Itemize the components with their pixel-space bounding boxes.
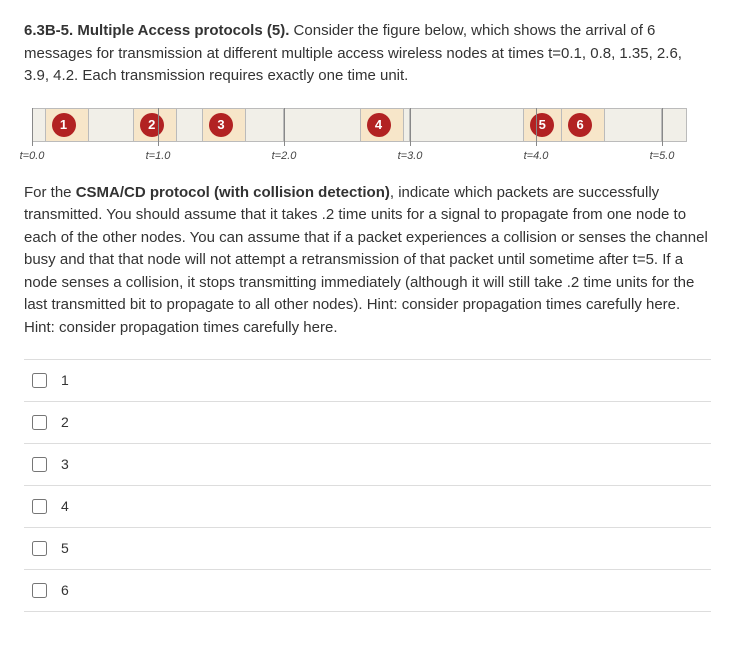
tick-label: t=4.0 [524, 148, 549, 165]
option-row-5: 5 [24, 528, 711, 570]
tick-label: t=0.0 [20, 148, 45, 165]
packet-marker-2: 2 [140, 113, 164, 137]
tick-label: t=5.0 [650, 148, 675, 165]
packet-marker-1: 1 [52, 113, 76, 137]
option-label: 2 [61, 412, 69, 433]
option-label: 4 [61, 496, 69, 517]
tick [662, 108, 663, 146]
packet-marker-3: 3 [209, 113, 233, 137]
option-checkbox-4[interactable] [32, 499, 47, 514]
tick-label: t=2.0 [272, 148, 297, 165]
timeline-band [410, 108, 536, 142]
timeline-band [662, 108, 687, 142]
tick [158, 108, 159, 146]
option-checkbox-5[interactable] [32, 541, 47, 556]
option-label: 5 [61, 538, 69, 559]
packet-marker-5: 5 [530, 113, 554, 137]
option-checkbox-1[interactable] [32, 373, 47, 388]
tick-label: t=1.0 [146, 148, 171, 165]
timeline-diagram: 123456t=0.0t=1.0t=2.0t=3.0t=4.0t=5.0 [32, 108, 692, 168]
answer-options: 1 2 3 4 5 6 [24, 359, 711, 612]
option-row-4: 4 [24, 486, 711, 528]
option-row-3: 3 [24, 444, 711, 486]
option-row-6: 6 [24, 570, 711, 612]
option-label: 6 [61, 580, 69, 601]
tick-label: t=3.0 [398, 148, 423, 165]
body-bold: CSMA/CD protocol (with collision detecti… [76, 184, 390, 201]
packet-marker-6: 6 [568, 113, 592, 137]
body-prefix: For the [24, 184, 76, 201]
body-rest: , indicate which packets are successfull… [24, 184, 708, 336]
question-title-text: Multiple Access protocols (5). [77, 22, 289, 39]
tick [536, 108, 537, 146]
tick [32, 108, 33, 146]
tick [284, 108, 285, 146]
packet-marker-4: 4 [367, 113, 391, 137]
option-row-1: 1 [24, 359, 711, 402]
option-checkbox-3[interactable] [32, 457, 47, 472]
question-number: 6.3B-5. [24, 22, 73, 39]
question-intro: 6.3B-5. Multiple Access protocols (5). C… [24, 20, 711, 88]
option-label: 1 [61, 370, 69, 391]
option-checkbox-2[interactable] [32, 415, 47, 430]
question-body: For the CSMA/CD protocol (with collision… [24, 182, 711, 340]
tick [410, 108, 411, 146]
option-row-2: 2 [24, 402, 711, 444]
option-checkbox-6[interactable] [32, 583, 47, 598]
option-label: 3 [61, 454, 69, 475]
